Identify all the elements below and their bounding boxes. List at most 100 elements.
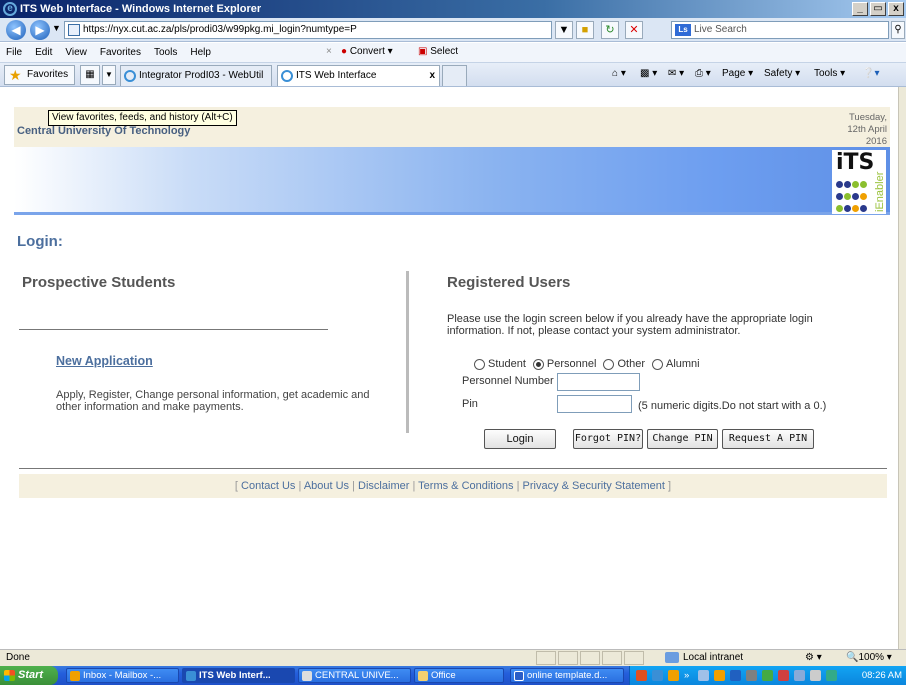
network-icon[interactable] [746, 670, 757, 681]
tray-icon[interactable] [778, 670, 789, 681]
tools-menu[interactable]: Tools ▾ [814, 68, 845, 79]
start-button[interactable]: Start [0, 666, 58, 685]
convert-button[interactable]: ● Convert ▾ [341, 46, 393, 57]
feeds-icon[interactable]: ▩ ▾ [640, 68, 657, 79]
word-icon [514, 671, 524, 681]
pin-hint: (5 numeric digits.Do not start with a 0.… [638, 400, 827, 412]
system-tray: » 08:26 AM [629, 666, 906, 685]
tray-icon[interactable] [730, 670, 741, 681]
footer-divider [19, 468, 887, 469]
change-pin-button[interactable]: Change PIN [647, 429, 718, 449]
task-inbox[interactable]: Inbox - Mailbox -... [66, 668, 179, 683]
about-us-link[interactable]: About Us [304, 480, 349, 492]
search-input[interactable]: Ls Live Search [671, 21, 889, 39]
restore-button[interactable]: ▭ [870, 2, 886, 16]
refresh-icon[interactable]: ↻ [601, 21, 619, 39]
back-button[interactable]: ◀ [6, 20, 26, 40]
select-icon: ▣ [418, 46, 428, 57]
tray-icon[interactable] [652, 670, 663, 681]
favorites-button[interactable]: ★ Favorites [4, 65, 76, 85]
registered-description: Please use the login screen below if you… [447, 313, 813, 337]
prospective-students-heading: Prospective Students [22, 274, 176, 291]
menu-help[interactable]: Help [190, 47, 211, 58]
radio-label: Student [488, 358, 526, 370]
quick-tabs-icon[interactable]: ▦ [80, 65, 100, 85]
ie-logo-icon: e [3, 2, 17, 16]
forward-button[interactable]: ▶ [30, 20, 50, 40]
tab-list-icon[interactable]: ▼ [102, 65, 116, 85]
select-button[interactable]: ▣ Select [418, 46, 458, 57]
tray-icon[interactable] [714, 670, 725, 681]
tab-integrator[interactable]: Integrator ProdI03 - WebUtil [120, 65, 272, 86]
new-application-link[interactable]: New Application [56, 354, 153, 368]
disclaimer-link[interactable]: Disclaimer [358, 480, 409, 492]
help-icon[interactable]: ❔▾ [862, 68, 879, 79]
address-dropdown-icon[interactable]: ▼ [555, 21, 573, 39]
forgot-pin-button[interactable]: Forgot PIN? [573, 429, 643, 449]
minimize-button[interactable]: _ [852, 2, 868, 16]
tray-expand-icon[interactable]: » [684, 666, 689, 685]
tray-icon[interactable] [826, 670, 837, 681]
menu-file[interactable]: File [6, 47, 22, 58]
intranet-icon [665, 652, 679, 663]
radio-label: Alumni [665, 358, 700, 370]
convert-icon: ● [341, 46, 348, 57]
radio-student[interactable] [474, 358, 485, 370]
tray-icon[interactable] [636, 670, 647, 681]
stop-icon[interactable]: ✕ [625, 21, 643, 39]
close-window-button[interactable]: x [888, 2, 904, 16]
task-central[interactable]: CENTRAL UNIVE... [298, 668, 411, 683]
pin-input[interactable] [557, 395, 632, 413]
login-button[interactable]: Login [484, 429, 556, 449]
menu-tools[interactable]: Tools [154, 47, 177, 58]
privacy-link[interactable]: Privacy & Security Statement [523, 480, 665, 492]
print-icon[interactable]: ⎙ ▾ [695, 68, 711, 79]
status-text: Done [6, 652, 30, 663]
contact-us-link[interactable]: Contact Us [241, 480, 295, 492]
university-name: Central University Of Technology [17, 125, 191, 137]
lock-icon[interactable]: ■ [576, 21, 594, 39]
task-office[interactable]: Office [414, 668, 504, 683]
tray-icon[interactable] [810, 670, 821, 681]
radio-personnel[interactable] [532, 358, 544, 370]
page-menu[interactable]: Page ▾ [722, 68, 753, 79]
close-toolbar-icon[interactable]: × [326, 46, 332, 57]
home-icon[interactable]: ⌂ ▾ [612, 68, 626, 79]
protected-mode-icon[interactable]: ⚙ ▾ [805, 650, 822, 666]
search-icon[interactable]: ⚲ [891, 21, 905, 39]
recent-pages-dropdown-icon[interactable]: ▼ [52, 23, 61, 33]
radio-alumni[interactable] [651, 358, 663, 370]
zoom-control[interactable]: 🔍100% ▾ [846, 650, 892, 666]
personnel-number-label: Personnel Number [462, 375, 554, 387]
task-its-web[interactable]: ITS Web Interf... [182, 668, 295, 683]
status-cell [558, 651, 578, 665]
request-pin-button[interactable]: Request A PIN [722, 429, 814, 449]
login-heading: Login: [17, 233, 63, 250]
window-title: ITS Web Interface - Windows Internet Exp… [20, 3, 262, 15]
tray-icon[interactable] [794, 670, 805, 681]
status-bar: Done Local intranet ⚙ ▾ 🔍100% ▾ [0, 649, 906, 666]
menu-edit[interactable]: Edit [35, 47, 52, 58]
task-online-template[interactable]: online template.d... [510, 668, 624, 683]
terms-link[interactable]: Terms & Conditions [418, 480, 513, 492]
close-tab-icon[interactable]: x [429, 66, 435, 86]
url-input[interactable]: https://nyx.cut.ac.za/pls/prodi03/w99pkg… [64, 21, 552, 39]
mail-icon[interactable]: ✉ ▾ [668, 68, 684, 79]
address-bar: ◀ ▶ ▼ https://nyx.cut.ac.za/pls/prodi03/… [0, 18, 906, 42]
tray-icon[interactable] [668, 670, 679, 681]
menu-view[interactable]: View [65, 47, 87, 58]
security-zone[interactable]: Local intranet [665, 650, 743, 666]
personnel-number-input[interactable] [557, 373, 640, 391]
status-cell [580, 651, 600, 665]
menu-favorites[interactable]: Favorites [100, 47, 141, 58]
tray-icon[interactable] [698, 670, 709, 681]
new-tab-button[interactable] [442, 65, 467, 86]
vertical-scrollbar[interactable] [898, 87, 906, 649]
tray-icon[interactable] [762, 670, 773, 681]
radio-label: Personnel [546, 358, 597, 370]
tab-its-web-interface[interactable]: ITS Web Interface x [277, 65, 440, 86]
radio-other[interactable] [603, 358, 615, 370]
window-title-bar[interactable]: e ITS Web Interface - Windows Internet E… [0, 0, 906, 18]
safety-menu[interactable]: Safety ▾ [764, 68, 800, 79]
prospective-description: Apply, Register, Change personal informa… [56, 389, 370, 413]
